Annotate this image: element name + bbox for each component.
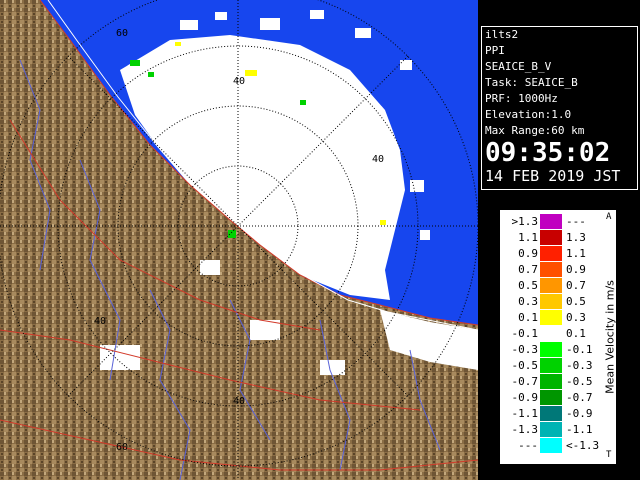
legend-row: --- <-1.3	[500, 438, 600, 453]
legend-row-high: 0.7	[566, 279, 586, 292]
legend-row: 1.1 1.3	[500, 230, 600, 245]
legend-row-high: 1.3	[566, 231, 586, 244]
legend-row-low: 0.9	[518, 247, 538, 260]
legend-swatch	[540, 406, 562, 421]
legend-swatch	[540, 390, 562, 405]
legend-row: 0.9 1.1	[500, 246, 600, 261]
legend-row-low: 0.5	[518, 279, 538, 292]
legend-row-high: 0.3	[566, 311, 586, 324]
legend-row: -0.5 -0.3	[500, 358, 600, 373]
legend-row-low: -0.9	[511, 391, 539, 404]
range-label: 60	[116, 28, 128, 39]
max-range-value: Max Range:60 km	[485, 124, 585, 137]
legend-row: 0.3 0.5	[500, 294, 600, 309]
legend-title-text: Mean Velocity in m/s	[603, 280, 617, 394]
legend-row-high: -0.3	[566, 359, 593, 372]
legend-swatch	[540, 294, 562, 309]
legend-row: -0.3 -0.1	[500, 342, 600, 357]
legend-swatch	[540, 358, 562, 373]
product-name: SEAICE_B_V	[485, 60, 552, 73]
legend-swatch	[540, 326, 562, 341]
legend-swatch	[540, 342, 562, 357]
legend-row-high: 0.9	[566, 263, 586, 276]
scan-time: 09:35:02	[485, 138, 611, 168]
legend-row-high: -0.7	[566, 391, 593, 404]
legend-swatch	[540, 246, 562, 261]
legend-row-high: 0.5	[566, 295, 586, 308]
legend-swatch	[540, 214, 562, 229]
legend-row: 0.5 0.7	[500, 278, 600, 293]
prf-value: PRF: 1000Hz	[485, 92, 558, 105]
elevation-value: Elevation:1.0	[485, 108, 572, 121]
legend-row-high: -0.1	[566, 343, 593, 356]
legend-swatch	[540, 278, 562, 293]
legend-row-low: -0.7	[511, 375, 539, 388]
legend-row-high: -1.1	[566, 423, 593, 436]
legend-row-high: -0.5	[566, 375, 593, 388]
velocity-legend: >1.3 --- 1.1 1.3 0.9 1.1 0.7 0.9 0.5 0.7 0.3 0.5 0.1…	[500, 210, 617, 464]
legend-swatch	[540, 262, 562, 277]
task-name: Task: SEAICE_B	[485, 76, 578, 89]
legend-row-high: ---	[566, 215, 586, 228]
legend-row-low: -0.1	[511, 327, 539, 340]
legend-row-low: -1.1	[511, 407, 539, 420]
range-label: 40	[94, 316, 106, 327]
legend-row-high: <-1.3	[566, 439, 600, 452]
legend-row-low: 0.3	[518, 295, 538, 308]
legend-row-low: >1.3	[511, 215, 539, 228]
radar-ppi-map[interactable]: 60 40 40 40 40 60	[0, 0, 478, 480]
legend-row-high: -0.9	[566, 407, 593, 420]
scan-mode: PPI	[485, 44, 505, 57]
range-label: 40	[233, 76, 245, 87]
radar-info-panel: ilts2 PPI SEAICE_B_V Task: SEAICE_B PRF:…	[481, 26, 638, 190]
legend-top-marker: A	[606, 212, 612, 222]
legend-bottom-marker: T	[606, 450, 612, 460]
legend-swatch	[540, 230, 562, 245]
legend-row: -1.1 -0.9	[500, 406, 600, 421]
legend-row-low: ---	[518, 439, 538, 452]
scan-date: 14 FEB 2019 JST	[485, 167, 621, 185]
legend-row: -0.1 0.1	[500, 326, 600, 341]
range-label: 40	[372, 154, 384, 165]
legend-swatch	[540, 374, 562, 389]
legend-row: -0.7 -0.5	[500, 374, 600, 389]
legend-swatch	[540, 422, 562, 437]
range-label: 60	[116, 442, 128, 453]
legend-row-low: -0.3	[511, 343, 539, 356]
legend-row-low: 1.1	[518, 231, 538, 244]
legend-row: 0.1 0.3	[500, 310, 600, 325]
legend-row: -0.9 -0.7	[500, 390, 600, 405]
range-label: 40	[233, 396, 245, 407]
legend-row: 0.7 0.9	[500, 262, 600, 277]
site-name: ilts2	[485, 28, 519, 41]
legend-title: Mean Velocity in m/s	[603, 214, 617, 460]
legend-row: >1.3 ---	[500, 214, 600, 229]
legend-row-low: 0.7	[518, 263, 538, 276]
legend-row-low: -1.3	[511, 423, 539, 436]
legend-row-low: -0.5	[511, 359, 539, 372]
legend-row-high: 0.1	[566, 327, 586, 340]
legend-swatch	[540, 438, 562, 453]
legend-swatch	[540, 310, 562, 325]
legend-row-high: 1.1	[566, 247, 586, 260]
legend-row: -1.3 -1.1	[500, 422, 600, 437]
legend-row-low: 0.1	[518, 311, 538, 324]
